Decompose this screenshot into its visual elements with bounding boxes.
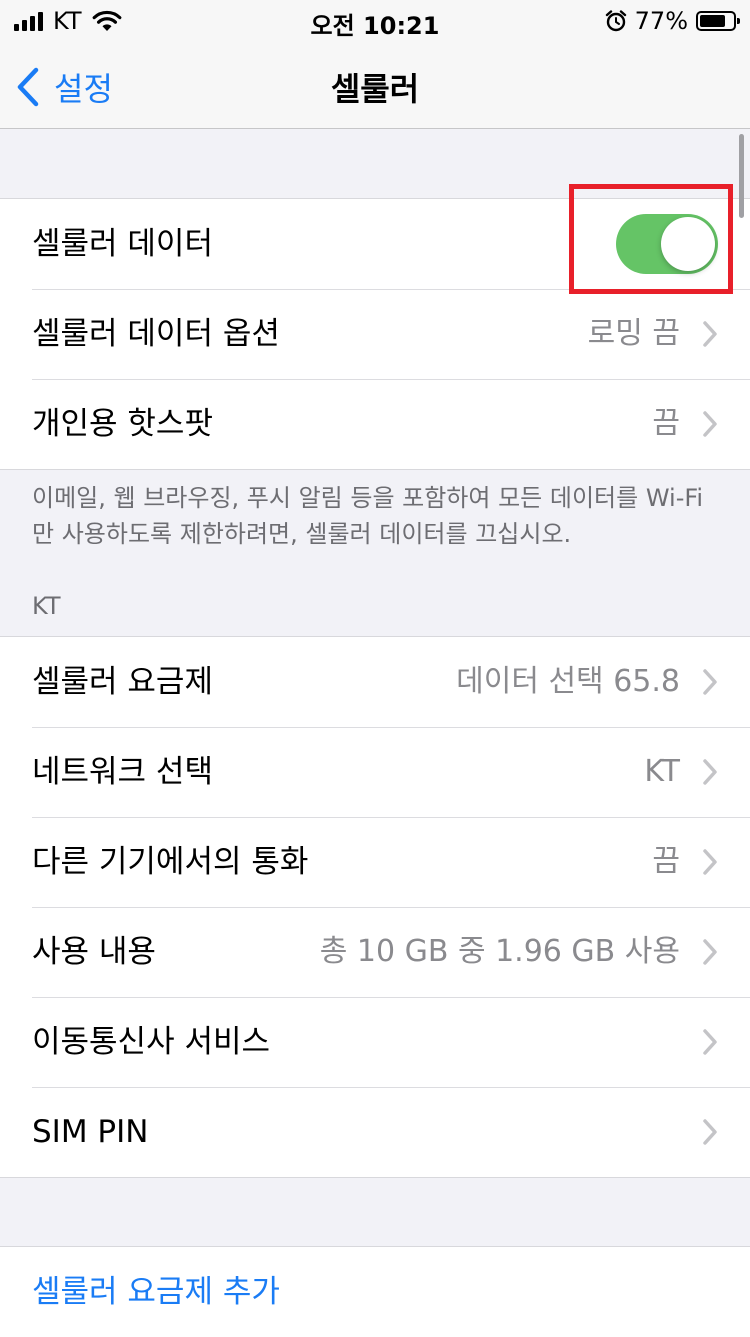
cellular-data-options-row[interactable]: 셀룰러 데이터 옵션 로밍 끔 xyxy=(0,289,750,379)
cellular-footer-note: 이메일, 웹 브라우징, 푸시 알림 등을 포함하여 모든 데이터를 Wi-Fi… xyxy=(32,484,704,548)
kt-section-header: KT xyxy=(32,592,61,620)
battery-icon xyxy=(696,11,740,31)
sim-pin-row[interactable]: SIM PIN xyxy=(0,1087,750,1177)
row-label: SIM PIN xyxy=(32,1114,149,1150)
row-label: 이동통신사 서비스 xyxy=(32,1024,271,1060)
row-label: 다른 기기에서의 통화 xyxy=(32,844,309,880)
kt-group: 셀룰러 요금제 데이터 선택 65.8 네트워크 선택 KT 다른 기기에서의 … xyxy=(0,636,750,1178)
add-plan-group: 셀룰러 요금제 추가 xyxy=(0,1246,750,1337)
chevron-right-icon xyxy=(703,849,717,875)
row-label: 사용 내용 xyxy=(32,934,156,970)
chevron-right-icon xyxy=(703,669,717,695)
cellular-plan-row[interactable]: 셀룰러 요금제 데이터 선택 65.8 xyxy=(0,637,750,727)
personal-hotspot-row[interactable]: 개인용 핫스팟 끔 xyxy=(0,379,750,469)
chevron-right-icon xyxy=(703,321,717,347)
battery-percent: 77% xyxy=(634,7,688,35)
cellular-data-label: 셀룰러 데이터 xyxy=(32,226,213,262)
navigation-bar: 설정 셀룰러 xyxy=(0,40,750,129)
add-cellular-plan-link[interactable]: 셀룰러 요금제 추가 xyxy=(32,1247,280,1337)
cellular-data-options-label: 셀룰러 데이터 옵션 xyxy=(32,316,280,352)
row-value: 끔 xyxy=(652,844,680,879)
row-value: KT xyxy=(644,754,680,789)
chevron-right-icon xyxy=(703,939,717,965)
scrollbar[interactable] xyxy=(739,134,744,218)
status-bar: KT 오전 10:21 77% xyxy=(0,0,750,40)
usage-row[interactable]: 사용 내용 총 10 GB 중 1.96 GB 사용 xyxy=(0,907,750,997)
carrier-services-row[interactable]: 이동통신사 서비스 xyxy=(0,997,750,1087)
network-selection-row[interactable]: 네트워크 선택 KT xyxy=(0,727,750,817)
page-title: 셀룰러 xyxy=(330,70,420,108)
cellular-data-options-value: 로밍 끔 xyxy=(587,316,680,351)
row-label: 셀룰러 요금제 xyxy=(32,664,213,700)
chevron-right-icon xyxy=(703,1029,717,1055)
battery-nub xyxy=(737,18,740,24)
chevron-right-icon xyxy=(703,1119,717,1145)
row-label: 네트워크 선택 xyxy=(32,754,213,790)
personal-hotspot-label: 개인용 핫스팟 xyxy=(32,406,213,442)
row-value: 데이터 선택 65.8 xyxy=(456,664,680,699)
add-cellular-plan-row[interactable]: 셀룰러 요금제 추가 xyxy=(0,1247,750,1337)
battery-fill xyxy=(700,15,725,27)
status-right: 77% xyxy=(605,6,740,36)
highlight-box xyxy=(569,184,733,294)
chevron-right-icon xyxy=(703,411,717,437)
personal-hotspot-value: 끔 xyxy=(652,406,680,441)
alarm-icon xyxy=(605,10,626,32)
chevron-right-icon xyxy=(703,759,717,785)
row-value: 총 10 GB 중 1.96 GB 사용 xyxy=(319,934,680,969)
calls-on-other-devices-row[interactable]: 다른 기기에서의 통화 끔 xyxy=(0,817,750,907)
